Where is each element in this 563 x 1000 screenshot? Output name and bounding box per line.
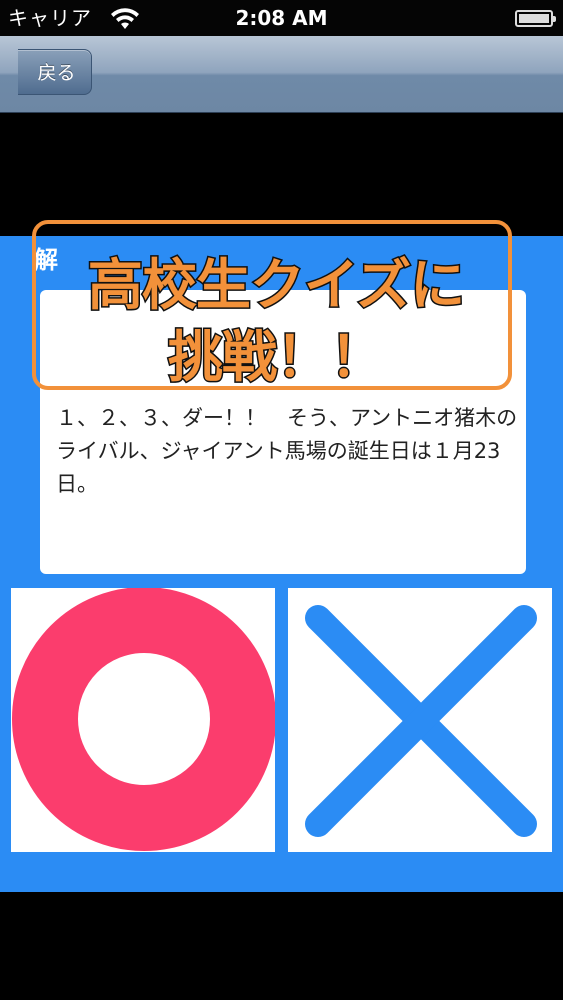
back-button[interactable]: 戻る xyxy=(0,49,92,96)
circle-icon xyxy=(12,587,276,851)
banner-title-line2: 挑戦！！ xyxy=(166,324,386,391)
status-bar: キャリア 2:08 AM xyxy=(0,0,563,36)
clock: 2:08 AM xyxy=(235,6,328,30)
batsu-choice-button[interactable] xyxy=(288,588,552,852)
maru-choice-button[interactable] xyxy=(11,587,276,852)
battery-icon xyxy=(515,10,556,27)
navigation-bar: 戻る xyxy=(0,36,563,113)
promo-banner: 高校生クイズに 挑戦！！ xyxy=(32,220,512,391)
banner-title-line1: 高校生クイズに xyxy=(86,252,466,319)
answer-text: １、２、３、ダー！！ そう、アントニオ猪木のライバル、ジャイアント馬場の誕生日は… xyxy=(56,406,518,496)
cross-icon xyxy=(305,605,537,837)
back-button-label: 戻る xyxy=(37,62,76,84)
